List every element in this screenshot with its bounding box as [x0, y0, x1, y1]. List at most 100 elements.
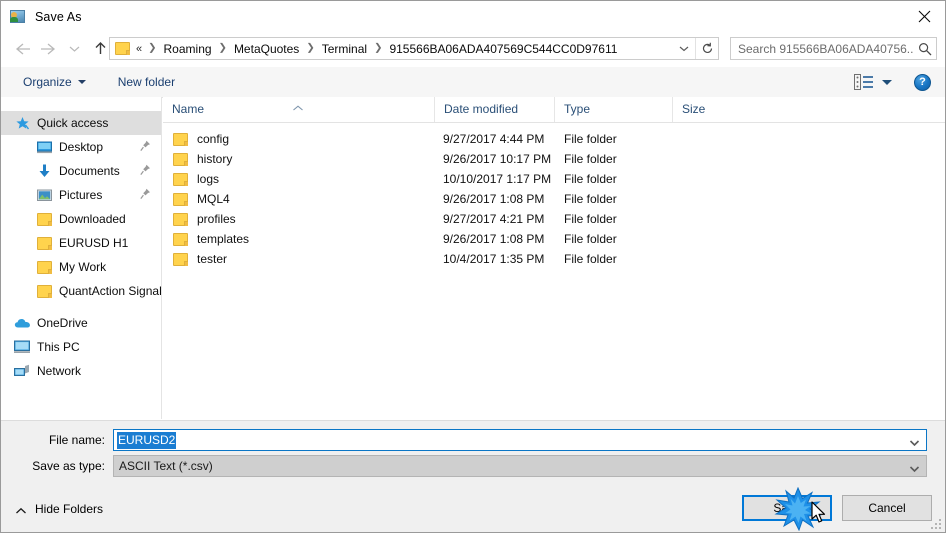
- breadcrumb-item-terminal[interactable]: Terminal: [320, 42, 369, 56]
- sidebar-item-onedrive[interactable]: OneDrive: [1, 311, 161, 335]
- save-as-type-value: ASCII Text (*.csv): [119, 459, 213, 473]
- photo-person-icon: [10, 9, 26, 25]
- chevron-down-icon[interactable]: [909, 462, 920, 476]
- sidebar-item-eurusd-h1[interactable]: EURUSD H1: [1, 231, 161, 255]
- title-bar: Save As: [1, 1, 945, 32]
- sidebar-item-quick-access[interactable]: Quick access: [1, 111, 161, 135]
- folder-icon: [173, 212, 189, 226]
- folder-icon: [115, 41, 131, 56]
- refresh-icon[interactable]: [695, 38, 718, 59]
- column-header-type[interactable]: Type: [554, 97, 672, 122]
- folder-icon: [173, 132, 189, 146]
- computer-icon: [13, 339, 31, 355]
- new-folder-button[interactable]: New folder: [112, 70, 181, 94]
- search-box[interactable]: Search 915566BA06ADA40756...: [730, 37, 937, 60]
- folder-icon: [173, 192, 189, 206]
- save-label: Save: [773, 501, 801, 515]
- table-row[interactable]: templates 9/26/2017 1:08 PM File folder: [163, 229, 945, 249]
- table-row[interactable]: profiles 9/27/2017 4:21 PM File folder: [163, 209, 945, 229]
- sidebar-item-downloaded[interactable]: Downloaded: [1, 207, 161, 231]
- column-header-label: Type: [564, 102, 591, 116]
- sidebar-item-label: Documents: [59, 164, 120, 178]
- table-row[interactable]: MQL4 9/26/2017 1:08 PM File folder: [163, 189, 945, 209]
- breadcrumb-separator: ❯: [374, 42, 383, 54]
- file-type: File folder: [564, 172, 617, 186]
- hide-folders-button[interactable]: Hide Folders: [15, 502, 103, 516]
- save-button[interactable]: Save: [742, 495, 832, 521]
- file-date: 10/10/2017 1:17 PM: [443, 172, 552, 186]
- breadcrumb-separator: ❯: [306, 42, 315, 54]
- save-as-type-row: Save as type: ASCII Text (*.csv): [1, 455, 927, 477]
- arrow-right-icon[interactable]: [35, 36, 61, 62]
- picture-icon: [35, 187, 53, 203]
- chevron-down-icon[interactable]: [61, 36, 87, 62]
- file-rows: config 9/27/2017 4:44 PM File folder his…: [163, 123, 945, 269]
- sidebar-item-label: This PC: [37, 340, 80, 354]
- pin-icon[interactable]: [140, 140, 151, 152]
- breadcrumb-item-roaming[interactable]: Roaming: [162, 42, 214, 56]
- breadcrumb-overflow[interactable]: «: [135, 43, 143, 55]
- cancel-button[interactable]: Cancel: [842, 495, 932, 521]
- sidebar-item-label: Downloaded: [59, 212, 126, 226]
- hide-folders-label: Hide Folders: [35, 502, 104, 516]
- column-header-size[interactable]: Size: [672, 97, 753, 122]
- view-layout-icon[interactable]: [854, 74, 873, 90]
- pin-icon[interactable]: [140, 164, 151, 176]
- address-bar[interactable]: « ❯ Roaming ❯ MetaQuotes ❯ Terminal ❯ 91…: [109, 37, 719, 60]
- table-row[interactable]: history 9/26/2017 10:17 PM File folder: [163, 149, 945, 169]
- folder-icon: [173, 232, 189, 246]
- sidebar-item-network[interactable]: Network: [1, 359, 161, 383]
- file-type: File folder: [564, 212, 617, 226]
- resize-grip[interactable]: [931, 519, 943, 531]
- table-row[interactable]: config 9/27/2017 4:44 PM File folder: [163, 129, 945, 149]
- breadcrumb-item-metaquotes[interactable]: MetaQuotes: [232, 42, 301, 56]
- file-name-label: File name:: [48, 433, 105, 447]
- table-row[interactable]: logs 10/10/2017 1:17 PM File folder: [163, 169, 945, 189]
- file-type: File folder: [564, 232, 617, 246]
- sort-ascending-icon: [292, 97, 304, 111]
- sidebar-item-label: QuantAction Signal: [59, 284, 162, 298]
- file-list-pane[interactable]: Name Date modified Type Size config 9/27…: [163, 97, 945, 419]
- file-name: logs: [197, 172, 220, 186]
- organize-label: Organize: [23, 75, 72, 89]
- table-row[interactable]: tester 10/4/2017 1:35 PM File folder: [163, 249, 945, 269]
- sidebar-item-label: Desktop: [59, 140, 104, 154]
- file-name: MQL4: [197, 192, 230, 206]
- breadcrumb-item-instance[interactable]: 915566BA06ADA407569C544CC0D97611: [387, 42, 619, 56]
- file-date: 9/27/2017 4:21 PM: [443, 212, 545, 226]
- file-name: tester: [197, 252, 228, 266]
- arrow-left-icon[interactable]: [9, 36, 35, 62]
- close-icon[interactable]: [901, 1, 945, 31]
- folder-icon: [173, 172, 189, 186]
- view-dropdown-icon[interactable]: [882, 79, 892, 85]
- organize-button[interactable]: Organize: [17, 70, 92, 94]
- file-name-input[interactable]: EURUSD2: [113, 429, 927, 451]
- sidebar-item-documents[interactable]: Documents: [1, 159, 161, 183]
- breadcrumb-separator: ❯: [218, 42, 227, 54]
- file-name-row: File name: EURUSD2: [1, 429, 927, 451]
- toolbar-right-group: ?: [854, 67, 939, 97]
- sidebar-item-this-pc[interactable]: This PC: [1, 335, 161, 359]
- address-dropdown-icon[interactable]: [673, 38, 695, 59]
- sidebar-item-quantaction-signal[interactable]: QuantAction Signal: [1, 279, 161, 303]
- breadcrumb-separator: ❯: [148, 42, 157, 54]
- pin-icon[interactable]: [140, 188, 151, 200]
- sidebar-item-desktop[interactable]: Desktop: [1, 135, 161, 159]
- help-icon[interactable]: ?: [914, 73, 931, 91]
- search-input[interactable]: Search 915566BA06ADA40756...: [738, 42, 914, 56]
- sidebar-item-my-work[interactable]: My Work: [1, 255, 161, 279]
- help-label: ?: [919, 75, 926, 88]
- sidebar-item-pictures[interactable]: Pictures: [1, 183, 161, 207]
- file-date: 9/26/2017 10:17 PM: [443, 152, 552, 166]
- column-header-name[interactable]: Name: [163, 97, 434, 122]
- column-header-date-modified[interactable]: Date modified: [434, 97, 554, 122]
- search-icon[interactable]: [914, 42, 936, 56]
- folder-icon: [35, 235, 53, 251]
- column-header-label: Name: [172, 102, 205, 116]
- sidebar-item-label: Pictures: [59, 188, 103, 202]
- file-date: 9/27/2017 4:44 PM: [443, 132, 545, 146]
- navigation-sidebar[interactable]: Quick access Desktop Documents Pictures …: [1, 97, 162, 419]
- chevron-down-icon[interactable]: [909, 436, 920, 450]
- save-as-type-select[interactable]: ASCII Text (*.csv): [113, 455, 927, 477]
- download-icon: [35, 163, 53, 179]
